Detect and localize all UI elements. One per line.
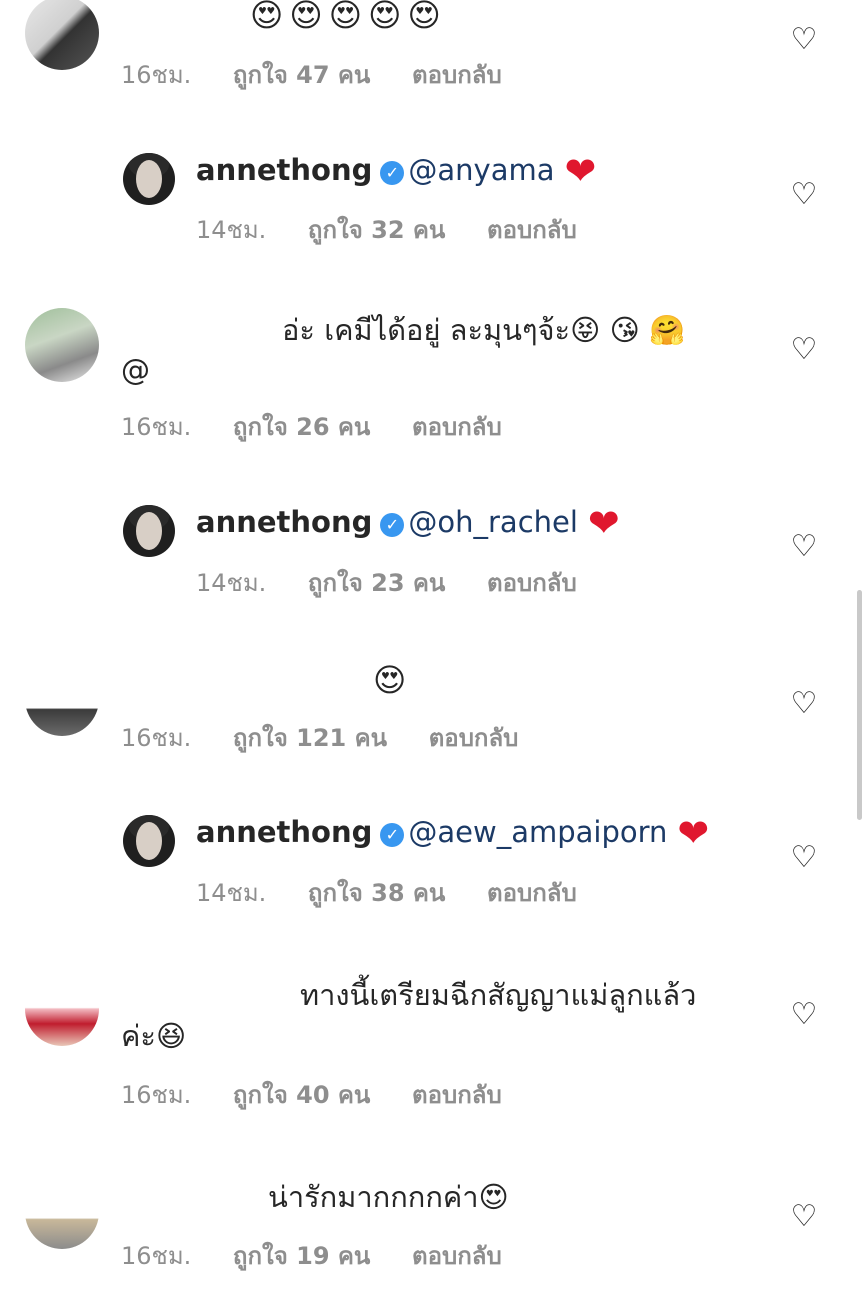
comment-meta: 16ชม. ถูกใจ 121 คน ตอบกลับ	[121, 718, 552, 757]
comment-text: น่ารักมากกกกค่า😍	[268, 1180, 509, 1214]
comment-time: 16ชม.	[121, 413, 192, 441]
red-heart-emoji: ❤	[677, 811, 710, 855]
comment-text: 😍😍😍😍😍	[250, 0, 447, 34]
heart-outline-icon[interactable]: ♡	[789, 843, 819, 873]
comment-time: 14ชม.	[196, 879, 267, 907]
comment-time: 16ชม.	[121, 61, 192, 89]
username[interactable]: annethong	[196, 505, 372, 539]
likes-count[interactable]: ถูกใจ 19 คน	[233, 1242, 370, 1270]
comment-time: 16ชม.	[121, 724, 192, 752]
red-heart-emoji: ❤	[587, 501, 620, 545]
mention-link[interactable]: @anyama	[408, 153, 554, 187]
comment-time: 16ชม.	[121, 1081, 192, 1109]
red-heart-emoji: ❤	[564, 149, 597, 193]
mention-link[interactable]: @aew_ampaiporn	[408, 815, 667, 849]
heart-outline-icon[interactable]: ♡	[789, 180, 819, 210]
avatar[interactable]	[25, 308, 99, 382]
comment-text-line2: ค่ะ😆	[121, 1019, 187, 1053]
heart-outline-icon[interactable]: ♡	[789, 335, 819, 365]
avatar[interactable]	[123, 505, 175, 557]
scrollbar[interactable]	[857, 590, 862, 820]
reply-text: annethong ✓ @anyama ❤	[196, 150, 596, 191]
heart-outline-icon[interactable]: ♡	[789, 25, 819, 55]
comment-time: 14ชม.	[196, 216, 267, 244]
avatar[interactable]	[123, 153, 175, 205]
comment-meta: 16ชม. ถูกใจ 47 คน ตอบกลับ	[121, 55, 536, 94]
reply-button[interactable]: ตอบกลับ	[487, 569, 577, 597]
heart-outline-icon[interactable]: ♡	[789, 689, 819, 719]
comment-text: อ่ะ เคมีได้อยู่ ละมุนๆจ้ะ😝 😘 🤗	[282, 313, 686, 347]
avatar[interactable]	[123, 815, 175, 867]
username[interactable]: annethong	[196, 153, 372, 187]
avatar[interactable]	[25, 0, 99, 70]
reply-button[interactable]: ตอบกลับ	[412, 413, 502, 441]
comment-meta: 16ชม. ถูกใจ 19 คน ตอบกลับ	[121, 1236, 536, 1275]
reply-text: annethong ✓ @aew_ampaiporn ❤	[196, 812, 709, 853]
reply-button[interactable]: ตอบกลับ	[429, 724, 519, 752]
likes-count[interactable]: ถูกใจ 32 คน	[308, 216, 445, 244]
comment-meta: 14ชม. ถูกใจ 38 คน ตอบกลับ	[196, 873, 611, 912]
likes-count[interactable]: ถูกใจ 40 คน	[233, 1081, 370, 1109]
likes-count[interactable]: ถูกใจ 47 คน	[233, 61, 370, 89]
likes-count[interactable]: ถูกใจ 26 คน	[233, 413, 370, 441]
avatar[interactable]	[25, 1175, 99, 1249]
comment-time: 14ชม.	[196, 569, 267, 597]
comment-meta: 14ชม. ถูกใจ 32 คน ตอบกลับ	[196, 210, 611, 249]
comments-screen: { "comments": [ { "id": "c1", "type": "t…	[0, 0, 868, 1292]
reply-button[interactable]: ตอบกลับ	[412, 1242, 502, 1270]
comment-meta: 14ชม. ถูกใจ 23 คน ตอบกลับ	[196, 563, 611, 602]
comment-text: ทางนี้เตรียมฉีกสัญญาแม่ลูกแล้ว	[300, 978, 697, 1012]
avatar[interactable]	[25, 662, 99, 736]
reply-button[interactable]: ตอบกลับ	[487, 216, 577, 244]
heart-outline-icon[interactable]: ♡	[789, 532, 819, 562]
comment-text-line2[interactable]: @	[121, 350, 150, 390]
likes-count[interactable]: ถูกใจ 23 คน	[308, 569, 445, 597]
reply-button[interactable]: ตอบกลับ	[487, 879, 577, 907]
heart-outline-icon[interactable]: ♡	[789, 1000, 819, 1030]
username[interactable]: annethong	[196, 815, 372, 849]
verified-badge-icon: ✓	[380, 161, 405, 185]
likes-count[interactable]: ถูกใจ 38 คน	[308, 879, 445, 907]
comment-text: 😍	[373, 661, 407, 699]
likes-count[interactable]: ถูกใจ 121 คน	[233, 724, 387, 752]
avatar[interactable]	[25, 972, 99, 1046]
mention-link[interactable]: @oh_rachel	[408, 505, 578, 539]
comment-meta: 16ชม. ถูกใจ 40 คน ตอบกลับ	[121, 1075, 536, 1114]
reply-text: annethong ✓ @oh_rachel ❤	[196, 502, 620, 543]
comment-meta: 16ชม. ถูกใจ 26 คน ตอบกลับ	[121, 407, 536, 446]
verified-badge-icon: ✓	[380, 513, 405, 537]
reply-button[interactable]: ตอบกลับ	[412, 1081, 502, 1109]
heart-outline-icon[interactable]: ♡	[789, 1202, 819, 1232]
reply-button[interactable]: ตอบกลับ	[412, 61, 502, 89]
comment-time: 16ชม.	[121, 1242, 192, 1270]
verified-badge-icon: ✓	[380, 823, 405, 847]
